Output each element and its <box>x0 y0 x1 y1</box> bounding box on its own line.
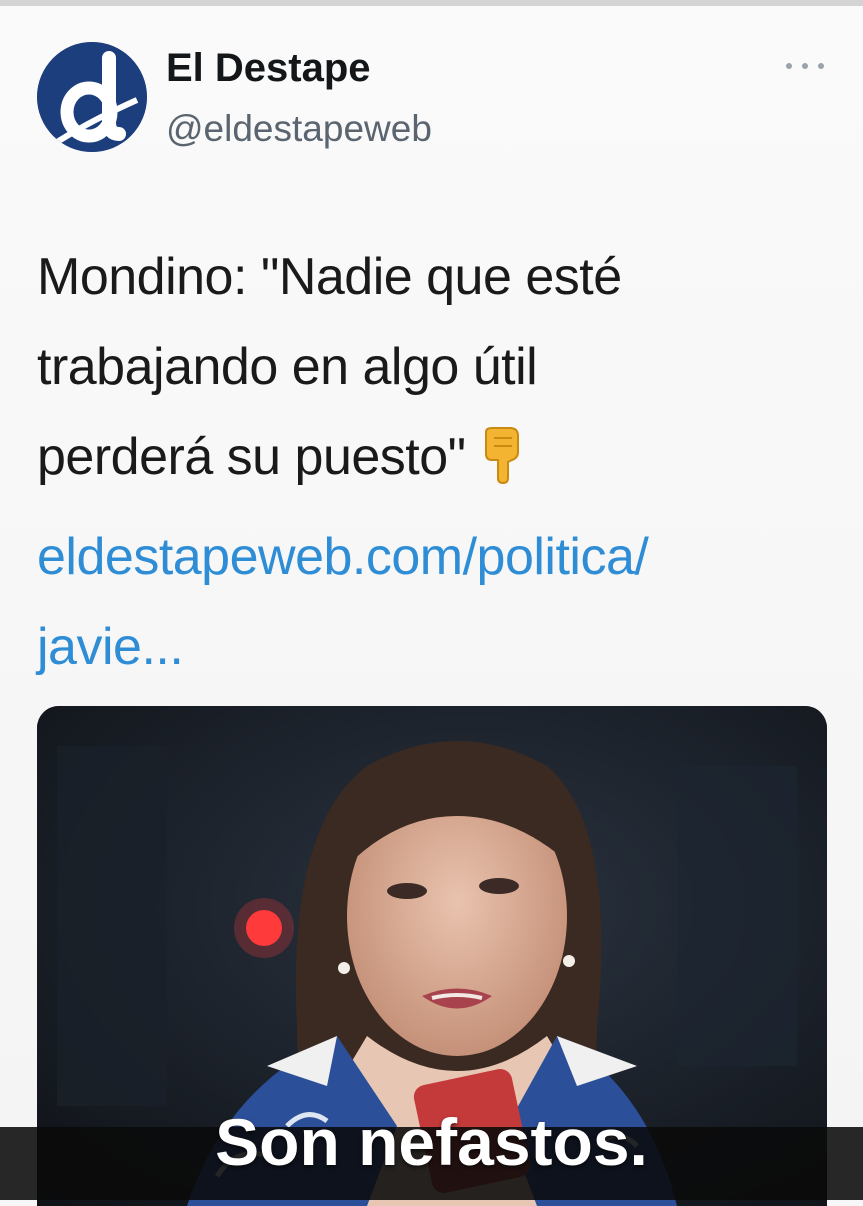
el-destape-logo-icon <box>37 42 147 152</box>
tweet-text-line: Mondino: "Nadie que esté <box>37 248 622 306</box>
avatar[interactable] <box>37 42 147 152</box>
author-name[interactable]: El Destape <box>166 46 371 91</box>
pointing-down-emoji-icon <box>480 422 526 512</box>
tweet-link[interactable]: eldestapeweb.com/politica/ <box>37 512 837 602</box>
tweet-card: El Destape @eldestapeweb Mondino: "Nadie… <box>0 6 863 1206</box>
tweet-text-line-with-emoji: perderá su puesto" <box>37 412 837 512</box>
tweet-text-line: trabajando en algo útil <box>37 338 538 396</box>
caption-text: Son nefastos. <box>215 1105 648 1179</box>
more-dots-icon[interactable] <box>786 54 824 78</box>
tweet-link[interactable]: javie... <box>37 602 837 692</box>
author-handle[interactable]: @eldestapeweb <box>166 108 432 150</box>
tweet-text-line: perderá su puesto" <box>37 428 466 486</box>
tweet-text: Mondino: "Nadie que esté trabajando en a… <box>37 232 837 692</box>
